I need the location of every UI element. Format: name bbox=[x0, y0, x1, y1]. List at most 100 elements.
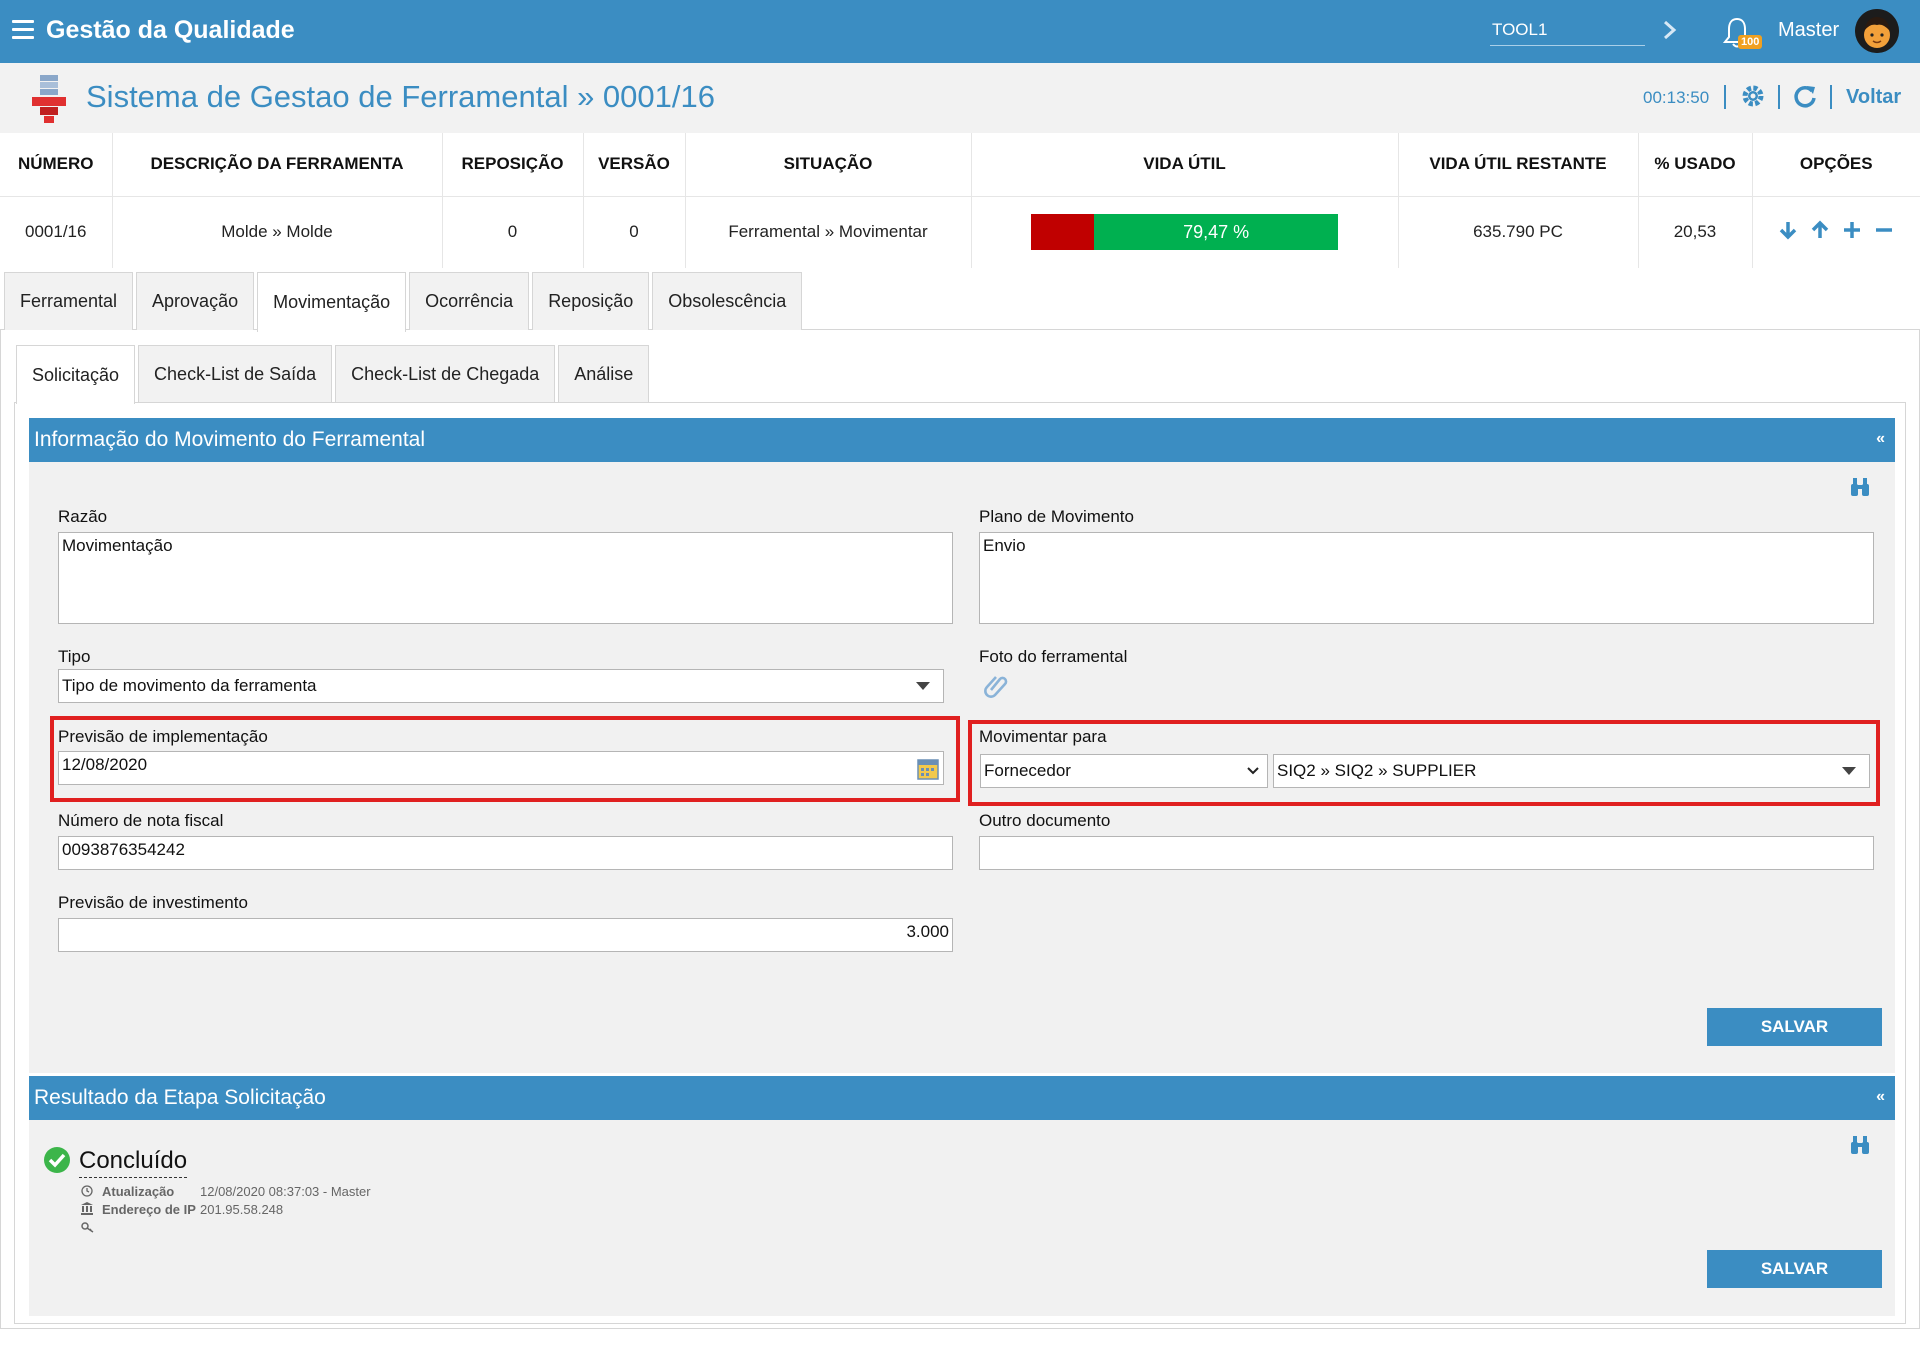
tab-checklist-chegada[interactable]: Check-List de Chegada bbox=[335, 345, 556, 402]
arrow-up-icon[interactable] bbox=[1809, 219, 1831, 241]
invest-field[interactable]: 3.000 bbox=[58, 918, 953, 952]
update-value: 12/08/2020 08:37:03 - Master bbox=[200, 1184, 371, 1199]
cell-numero: 0001/16 bbox=[0, 196, 113, 268]
nota-label: Número de nota fiscal bbox=[58, 811, 224, 830]
plano-field[interactable]: Envio bbox=[979, 532, 1874, 624]
column-header: NÚMERO bbox=[0, 133, 113, 197]
razao-field[interactable]: Movimentação bbox=[58, 532, 953, 624]
back-link[interactable]: Voltar bbox=[1846, 86, 1901, 109]
cell-usado: 20,53 bbox=[1638, 196, 1753, 268]
save-button[interactable]: SALVAR bbox=[1707, 1250, 1882, 1288]
section-title: Informação do Movimento do Ferramental bbox=[34, 428, 426, 451]
chevron-right-icon[interactable] bbox=[1660, 18, 1680, 42]
cell-vida-util: 79,47 % bbox=[971, 196, 1399, 268]
avatar[interactable] bbox=[1855, 9, 1899, 53]
chevron-down-icon bbox=[1842, 767, 1856, 775]
movimentar-destino-value: SIQ2 » SIQ2 » SUPPLIER bbox=[1277, 761, 1477, 780]
table-row: 0001/16 Molde » Molde 0 0 Ferramental » … bbox=[0, 196, 1920, 268]
column-header: OPÇÕES bbox=[1752, 133, 1920, 197]
section-title: Resultado da Etapa Solicitação bbox=[34, 1086, 326, 1109]
hamburger-menu-icon[interactable] bbox=[12, 20, 34, 40]
divider bbox=[1724, 85, 1726, 109]
minus-icon[interactable] bbox=[1873, 219, 1895, 241]
outro-label: Outro documento bbox=[979, 811, 1111, 830]
app-title: Gestão da Qualidade bbox=[46, 16, 295, 44]
cell-reposicao: 0 bbox=[442, 196, 584, 268]
tipo-select-value: Tipo de movimento da ferramenta bbox=[62, 676, 317, 695]
page-title: Sistema de Gestao de Ferramental » 0001/… bbox=[86, 79, 715, 114]
column-header: REPOSIÇÃO bbox=[442, 133, 584, 197]
session-timer: 00:13:50 bbox=[1643, 88, 1710, 107]
movement-info-section: Informação do Movimento do Ferramental «… bbox=[29, 418, 1895, 1073]
cell-descricao: Molde » Molde bbox=[112, 196, 443, 268]
ip-label: Endereço de IP bbox=[102, 1202, 196, 1217]
movimentar-destino-select[interactable]: SIQ2 » SIQ2 » SUPPLIER bbox=[1273, 754, 1870, 788]
plano-label: Plano de Movimento bbox=[979, 507, 1134, 526]
chevron-down-icon bbox=[1247, 767, 1259, 775]
cell-versao: 0 bbox=[583, 196, 686, 268]
tab-aprovacao[interactable]: Aprovação bbox=[136, 272, 255, 330]
razao-label: Razão bbox=[58, 507, 108, 526]
column-header: VERSÃO bbox=[583, 133, 686, 197]
movimentar-tipo-select[interactable]: Fornecedor bbox=[980, 754, 1268, 788]
status-text[interactable]: Concluído bbox=[79, 1147, 188, 1178]
previsao-date-field[interactable]: 12/08/2020 bbox=[58, 751, 944, 785]
column-header: DESCRIÇÃO DA FERRAMENTA bbox=[112, 133, 443, 197]
previsao-date-value: 12/08/2020 bbox=[62, 755, 148, 774]
divider bbox=[1830, 85, 1832, 109]
key-icon bbox=[81, 1222, 94, 1233]
binoculars-icon[interactable] bbox=[1849, 1134, 1871, 1156]
section-header[interactable]: Informação do Movimento do Ferramental « bbox=[29, 418, 1895, 462]
save-button[interactable]: SALVAR bbox=[1707, 1008, 1882, 1046]
tipo-label: Tipo bbox=[58, 647, 91, 666]
foto-label: Foto do ferramental bbox=[979, 647, 1128, 666]
tab-obsolescencia[interactable]: Obsolescência bbox=[652, 272, 803, 330]
binoculars-icon[interactable] bbox=[1849, 476, 1871, 498]
calendar-icon[interactable] bbox=[917, 758, 939, 780]
arrow-down-icon[interactable] bbox=[1777, 219, 1799, 241]
paperclip-icon[interactable] bbox=[983, 672, 1009, 698]
nota-value: 0093876354242 bbox=[62, 840, 185, 859]
collapse-icon[interactable]: « bbox=[1876, 1088, 1885, 1106]
cell-restante: 635.790 PC bbox=[1398, 196, 1639, 268]
clock-icon bbox=[81, 1185, 93, 1197]
life-progress-bar: 79,47 % bbox=[1030, 214, 1339, 251]
tab-solicitacao[interactable]: Solicitação bbox=[16, 345, 136, 404]
tab-ocorrencia[interactable]: Ocorrência bbox=[409, 272, 530, 330]
tab-ferramental[interactable]: Ferramental bbox=[4, 272, 134, 330]
cell-opcoes bbox=[1752, 196, 1920, 268]
nota-field[interactable]: 0093876354242 bbox=[58, 836, 953, 870]
page-header: Sistema de Gestao de Ferramental » 0001/… bbox=[0, 63, 1920, 133]
user-name[interactable]: Master bbox=[1778, 19, 1839, 42]
tool-logo-icon bbox=[32, 75, 66, 123]
life-used-fill bbox=[1030, 214, 1094, 251]
main-tabs: Ferramental Aprovação Movimentação Ocorr… bbox=[4, 272, 803, 332]
outro-field[interactable] bbox=[979, 836, 1874, 870]
tab-analise[interactable]: Análise bbox=[558, 345, 650, 402]
check-circle-icon bbox=[44, 1147, 70, 1173]
refresh-icon[interactable] bbox=[1792, 83, 1818, 109]
top-bar: Gestão da Qualidade 100 Master bbox=[0, 0, 1920, 63]
tab-movimentacao[interactable]: Movimentação bbox=[257, 272, 407, 332]
plus-icon[interactable] bbox=[1841, 219, 1863, 241]
invest-label: Previsão de investimento bbox=[58, 893, 248, 912]
sub-tabs: Solicitação Check-List de Saída Check-Li… bbox=[16, 345, 650, 404]
tool-search-input[interactable] bbox=[1490, 14, 1645, 46]
movimentar-label: Movimentar para bbox=[979, 727, 1107, 746]
movimentar-tipo-value: Fornecedor bbox=[984, 761, 1071, 780]
section-header[interactable]: Resultado da Etapa Solicitação « bbox=[29, 1076, 1895, 1120]
notification-badge: 100 bbox=[1738, 35, 1763, 49]
invest-value: 3.000 bbox=[906, 922, 949, 941]
tipo-select[interactable]: Tipo de movimento da ferramenta bbox=[58, 669, 944, 703]
result-section: Resultado da Etapa Solicitação « Concluí… bbox=[29, 1076, 1895, 1316]
previsao-label: Previsão de implementação bbox=[58, 727, 268, 746]
tab-checklist-saida[interactable]: Check-List de Saída bbox=[138, 345, 333, 402]
collapse-icon[interactable]: « bbox=[1876, 430, 1885, 448]
chevron-down-icon bbox=[916, 682, 930, 690]
column-header: VIDA ÚTIL bbox=[971, 133, 1399, 197]
gear-icon[interactable] bbox=[1740, 83, 1766, 109]
ip-value: 201.95.58.248 bbox=[200, 1202, 284, 1217]
bank-icon bbox=[81, 1202, 93, 1215]
cell-situacao: Ferramental » Movimentar bbox=[685, 196, 972, 268]
tab-reposicao[interactable]: Reposição bbox=[532, 272, 650, 330]
